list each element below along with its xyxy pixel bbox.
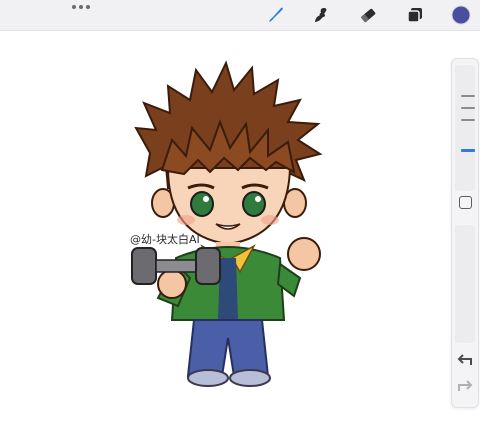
- undo-icon[interactable]: [456, 353, 474, 369]
- slider-tick: [461, 95, 475, 97]
- more-dots-icon[interactable]: [72, 3, 90, 11]
- character-artwork: [131, 60, 323, 387]
- color-swatch-icon[interactable]: [450, 4, 472, 26]
- artist-signature: @幼-块太白AI: [130, 233, 200, 246]
- top-toolbar: [0, 0, 480, 31]
- modify-square-icon[interactable]: [459, 196, 472, 209]
- opacity-slider[interactable]: [455, 225, 475, 343]
- slider-tick: [461, 119, 475, 121]
- eraser-icon[interactable]: [357, 4, 379, 26]
- layers-icon[interactable]: [404, 4, 426, 26]
- brush-size-handle[interactable]: [461, 149, 475, 152]
- brush-icon[interactable]: [265, 4, 287, 26]
- smudge-icon[interactable]: [311, 4, 333, 26]
- slider-tick: [461, 107, 475, 109]
- tool-sidebar: [451, 58, 479, 408]
- brush-size-slider[interactable]: [455, 65, 475, 191]
- redo-icon[interactable]: [456, 379, 474, 395]
